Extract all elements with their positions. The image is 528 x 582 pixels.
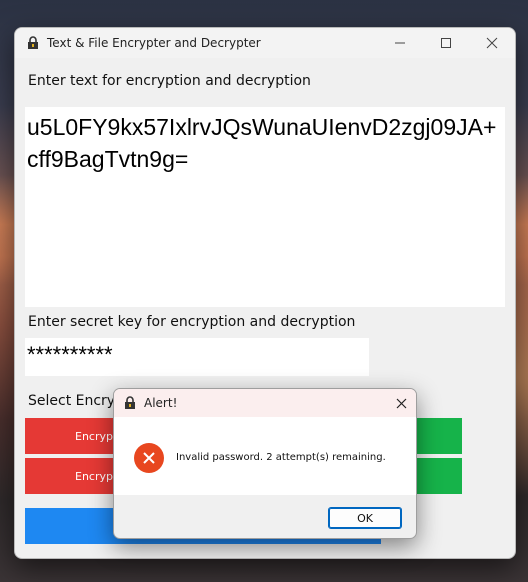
padlock-icon bbox=[125, 396, 135, 409]
error-icon bbox=[134, 443, 164, 473]
alert-message: Invalid password. 2 attempt(s) remaining… bbox=[176, 452, 386, 463]
close-icon bbox=[486, 37, 498, 49]
title-bar[interactable]: Text & File Encrypter and Decrypter bbox=[15, 28, 515, 58]
padlock-icon bbox=[28, 36, 38, 49]
text-input-area[interactable]: u5L0FY9kx57IxlrvJQsWunaUIenvD2zgj09JA+cf… bbox=[25, 107, 505, 307]
secret-key-label: Enter secret key for encryption and decr… bbox=[28, 314, 356, 330]
select-encryption-label: Select Encry bbox=[28, 393, 116, 409]
alert-title-bar[interactable]: Alert! bbox=[114, 389, 416, 417]
ok-button-label: OK bbox=[357, 511, 373, 525]
maximize-button[interactable] bbox=[423, 28, 469, 58]
window-title: Text & File Encrypter and Decrypter bbox=[47, 36, 261, 50]
alert-title: Alert! bbox=[144, 396, 178, 410]
secret-key-field[interactable]: ********** bbox=[25, 338, 369, 376]
alert-close-button[interactable] bbox=[386, 389, 416, 417]
encrypt-text-button-label: Encrypt bbox=[75, 429, 118, 443]
encrypt-file-button-label: Encryp bbox=[75, 469, 113, 483]
alert-dialog: Alert! Invalid password. 2 attempt(s) re… bbox=[113, 388, 417, 539]
ok-button[interactable]: OK bbox=[328, 507, 402, 529]
minimize-icon bbox=[395, 42, 405, 44]
maximize-icon bbox=[441, 38, 451, 48]
text-input-label: Enter text for encryption and decryption bbox=[28, 73, 311, 89]
minimize-button[interactable] bbox=[377, 28, 423, 58]
close-icon bbox=[396, 398, 406, 408]
close-button[interactable] bbox=[469, 28, 515, 58]
alert-body: Invalid password. 2 attempt(s) remaining… bbox=[114, 417, 416, 495]
